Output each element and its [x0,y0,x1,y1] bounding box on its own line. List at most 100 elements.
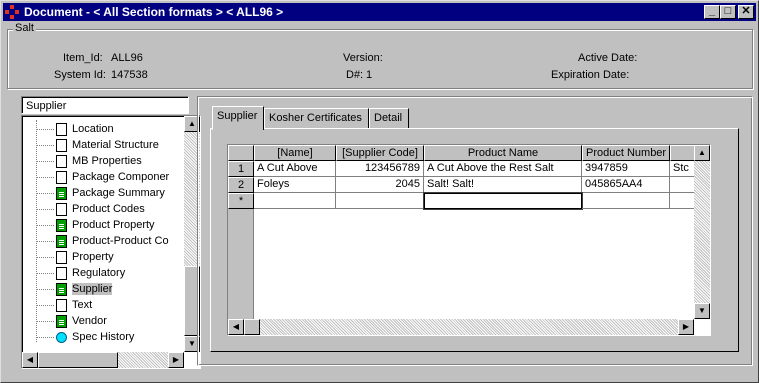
tree-item-label: Package Componer [72,171,170,183]
scroll-down-icon[interactable]: ▼ [694,303,710,319]
column-header-supplier-code[interactable]: [Supplier Code] [336,145,424,161]
column-header-product-number[interactable]: Product Number [582,145,670,161]
column-header-product-name[interactable]: Product Name [424,145,582,161]
tree-item-label: Spec History [72,331,135,343]
grid-horizontal-scrollbar[interactable]: ◀ ▶ [228,319,694,335]
tree-item-package-summary[interactable]: Package Summary [36,185,165,201]
document-icon [56,154,67,168]
row-number[interactable]: 1 [228,161,254,177]
tree-item-vendor[interactable]: Vendor [36,313,107,329]
cell-product-number[interactable]: 045865AA4 [582,177,670,193]
circle-icon [56,331,67,343]
document-icon [56,266,67,280]
grid-vertical-scrollbar[interactable]: ▲ ▼ [694,145,710,319]
tree-item-text[interactable]: Text [36,297,92,313]
active-date-label: Active Date: [578,52,638,64]
tree-item-label: Vendor [72,315,107,327]
grid-header-row: [Name] [Supplier Code] Product Name Prod… [228,145,710,161]
cell-product-number[interactable]: 3947859 [582,161,670,177]
scroll-left-icon[interactable]: ◀ [22,352,38,368]
scroll-left-icon[interactable]: ◀ [228,319,244,335]
tab-detail[interactable]: Detail [369,108,410,128]
cell-supplier-code[interactable]: 123456789 [336,161,424,177]
cell-product-name-editor[interactable] [423,192,583,210]
tree-item-label: Product Property [72,219,155,231]
document-filled-icon [56,186,67,200]
document-filled-icon [56,234,67,248]
document-icon [56,138,67,152]
tree-item-label: Property [72,251,114,263]
grid-corner [228,145,254,161]
section-selector[interactable]: Supplier [21,96,189,114]
title-bar[interactable]: Document - < All Section formats > < ALL… [3,3,756,21]
hscroll-thumb[interactable] [38,352,118,368]
tree-horizontal-scrollbar[interactable]: ◀ ▶ [22,352,184,368]
table-row[interactable]: 1 A Cut Above 123456789 A Cut Above the … [228,161,710,177]
tree-item-label: Product-Product Co [72,235,169,247]
tree-item-label: Supplier [72,283,113,295]
cell-product-number[interactable] [582,193,670,209]
system-id-value: 147538 [111,69,148,81]
tree-item-label: Material Structure [72,139,159,151]
window-title: Document - < All Section formats > < ALL… [24,5,284,19]
document-icon [56,202,67,216]
tab-kosher-certificates[interactable]: Kosher Certificates [264,108,369,128]
document-filled-icon [56,282,67,296]
tree-item-material-structure[interactable]: Material Structure [36,137,159,153]
tree-item-regulatory[interactable]: Regulatory [36,265,125,281]
tree-item-location[interactable]: Location [36,121,114,137]
scroll-right-icon[interactable]: ▶ [678,319,694,335]
app-icon [5,5,21,19]
item-id-value: ALL96 [111,52,143,64]
new-row-marker[interactable]: * [228,193,254,209]
tree-item-label: Product Codes [72,203,145,215]
cell-name[interactable] [254,193,336,209]
section-tree[interactable]: Location Material Structure MB Propertie… [21,115,201,369]
cell-name[interactable]: Foleys [254,177,336,193]
maximize-icon[interactable]: □ [720,5,736,19]
tab-supplier[interactable]: Supplier [212,106,265,130]
document-icon [56,250,67,264]
tree-item-label: Package Summary [72,187,165,199]
version-label: Version: [343,52,383,64]
tree-item-package-components[interactable]: Package Componer [36,169,169,185]
cell-name[interactable]: A Cut Above [254,161,336,177]
row-header-strip [228,209,254,319]
cell-supplier-code[interactable]: 2045 [336,177,424,193]
close-icon[interactable]: ✕ [738,5,754,19]
system-id-label: System Id: [54,69,106,81]
document-icon [56,170,67,184]
minimize-icon[interactable]: _ [704,5,720,19]
document-filled-icon [56,314,67,328]
cell-supplier-code[interactable] [336,193,424,209]
tree-item-supplier[interactable]: Supplier [36,281,113,297]
document-filled-icon [56,218,67,232]
cell-product-name[interactable]: A Cut Above the Rest Salt [424,161,582,177]
tree-item-spec-history[interactable]: Spec History [36,329,134,345]
scroll-up-icon[interactable]: ▲ [694,145,710,161]
scroll-right-icon[interactable]: ▶ [168,352,184,368]
dnum-value: 1 [366,69,373,81]
document-icon [56,122,67,136]
tree-item-label: Text [72,299,93,311]
document-window: Document - < All Section formats > < ALL… [0,0,759,383]
tree-item-product-property[interactable]: Product Property [36,217,155,233]
tree-item-label: Regulatory [72,267,126,279]
row-number[interactable]: 2 [228,177,254,193]
supplier-grid[interactable]: [Name] [Supplier Code] Product Name Prod… [227,144,711,336]
tree-item-property[interactable]: Property [36,249,114,265]
tree-item-product-codes[interactable]: Product Codes [36,201,145,217]
tree-item-product-product[interactable]: Product-Product Co [36,233,169,249]
column-header-name[interactable]: [Name] [254,145,336,161]
tree-item-label: Location [72,123,114,135]
table-row[interactable]: 2 Foleys 2045 Salt! Salt! 045865AA4 [228,177,710,193]
expiration-date-label: Expiration Date: [551,69,630,81]
item-id-label: Item_Id: [63,52,103,64]
hscroll-thumb[interactable] [244,319,260,335]
salt-group-label: Salt [13,22,36,34]
document-icon [56,298,67,312]
new-row[interactable]: * [228,192,710,210]
dnum-label: D#: [346,69,364,81]
cell-product-name[interactable]: Salt! Salt! [424,177,582,193]
tree-item-mb-properties[interactable]: MB Properties [36,153,142,169]
